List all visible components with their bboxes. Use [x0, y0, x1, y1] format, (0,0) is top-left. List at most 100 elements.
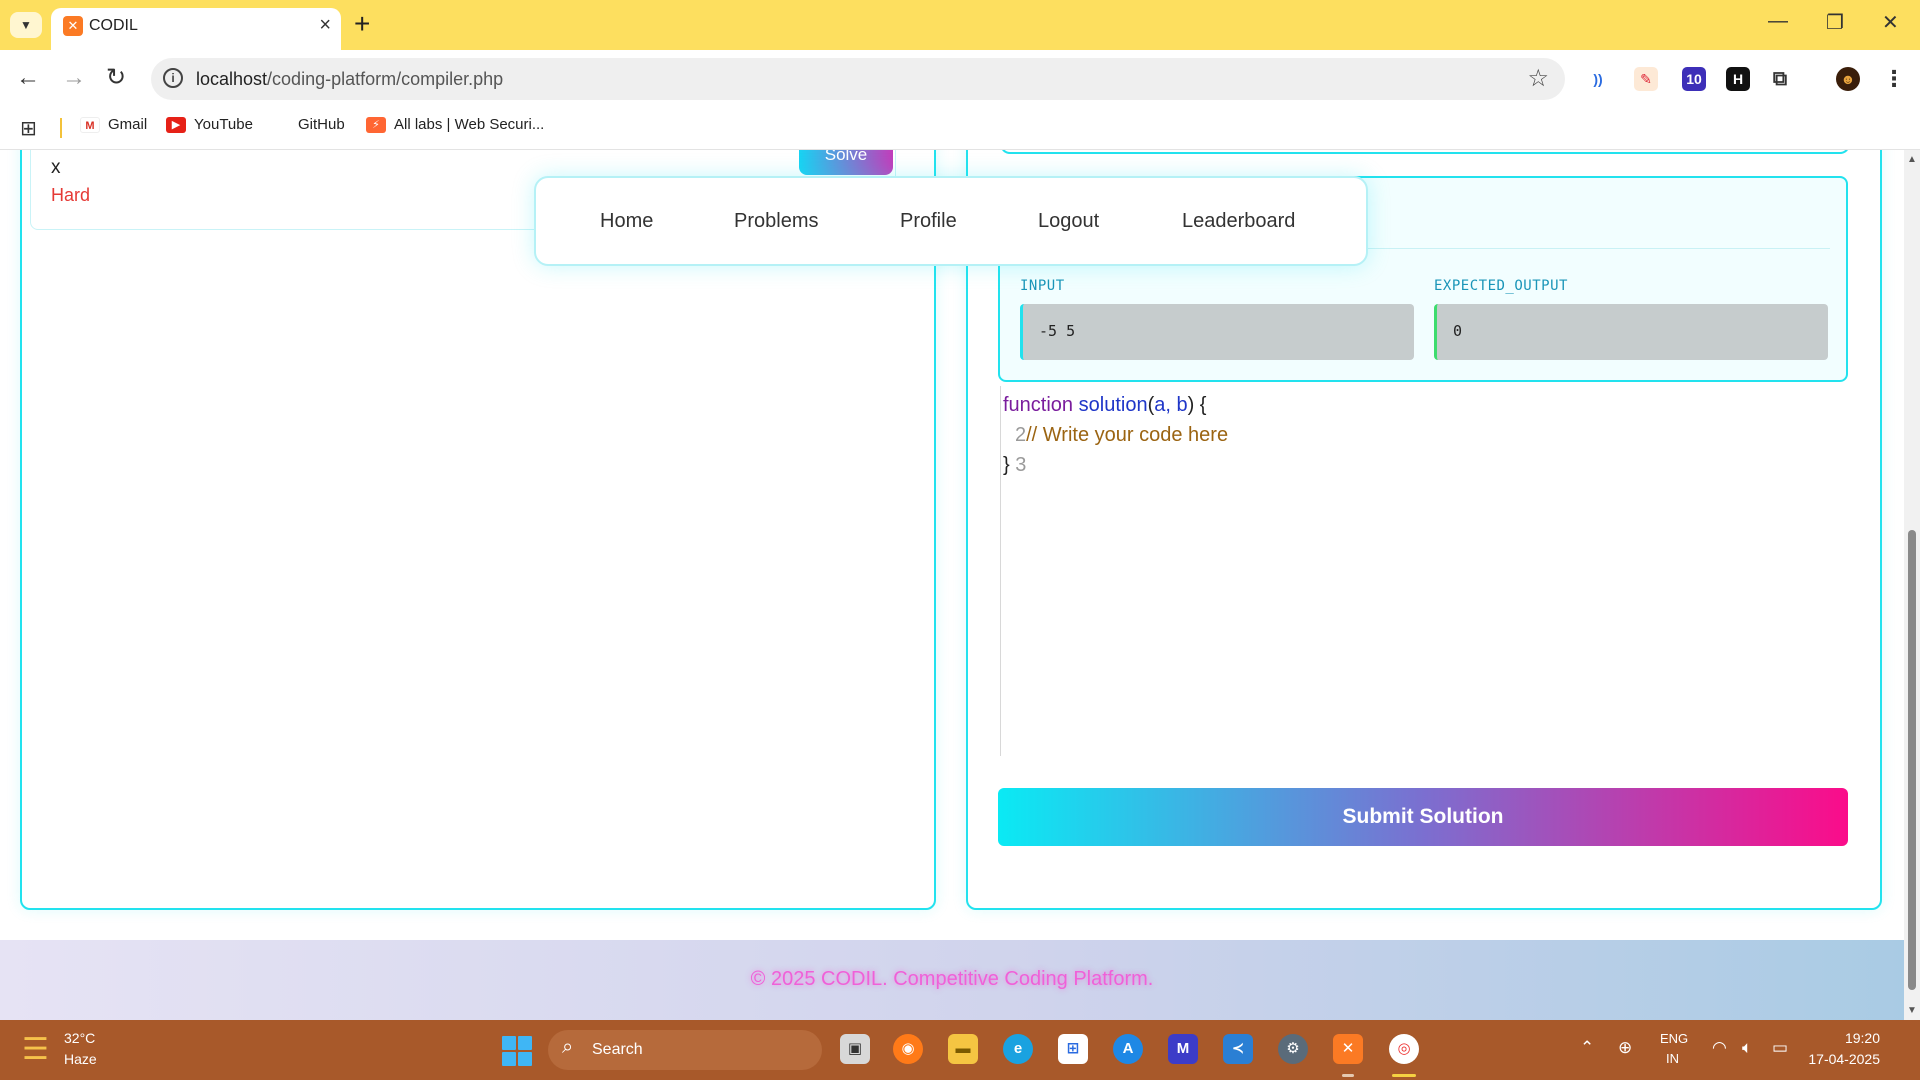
edge-icon[interactable]: e	[1003, 1034, 1033, 1064]
page-viewport: x Hard Solve INPUT EXPECTED_OUTPUT -5 5 …	[0, 150, 1904, 1020]
nav-home[interactable]: Home	[600, 210, 653, 233]
difficulty-badge: Hard	[51, 185, 91, 205]
url-text[interactable]: localhost/coding-platform/compiler.php	[196, 69, 503, 90]
extension-icon[interactable]: ✎	[1634, 67, 1658, 91]
input-label: INPUT	[1020, 278, 1065, 294]
graduation-cap-extension-icon[interactable]: 10	[1682, 67, 1706, 91]
chrome-active-indicator	[1392, 1074, 1416, 1077]
nav-problems[interactable]: Problems	[734, 210, 818, 233]
bookmark-label: All labs | Web Securi...	[394, 116, 545, 133]
vscode-icon[interactable]: ≺	[1223, 1034, 1253, 1064]
submit-solution-button[interactable]: Submit Solution	[998, 788, 1848, 846]
line-number: 2	[1015, 424, 1027, 446]
code-line-1: function solution(a, b) {	[1003, 394, 1207, 416]
nav-leaderboard[interactable]: Leaderboard	[1182, 210, 1295, 233]
nav-logout[interactable]: Logout	[1038, 210, 1099, 233]
close-icon[interactable]: ×	[319, 14, 331, 37]
bookmarks-bar: ⊞ M Gmail ▶ YouTube GitHub ⚡ All labs | Web…	[0, 108, 1920, 150]
microsoft-store-icon[interactable]: ⊞	[1058, 1034, 1088, 1064]
bookmark-star-icon[interactable]: ☆	[1527, 64, 1549, 93]
search-icon: ⌕	[562, 1036, 574, 1058]
bookmark-github[interactable]: GitHub	[270, 116, 345, 133]
page-scrollbar[interactable]: ▲ ▼	[1904, 150, 1920, 1020]
code-line-3: } 3	[1003, 454, 1026, 477]
minimize-icon[interactable]: —	[1768, 10, 1788, 33]
clock-date[interactable]: 17-04-2025	[1780, 1051, 1880, 1067]
tab-search-button[interactable]: ▼	[10, 12, 42, 38]
keyword-token: function	[1003, 394, 1074, 416]
problem-title: x	[51, 157, 61, 178]
tab-title: CODIL	[89, 17, 138, 34]
expected-output-value: 0	[1434, 304, 1828, 360]
scroll-thumb[interactable]	[1908, 530, 1916, 990]
chevron-up-icon[interactable]: ⌃	[1580, 1038, 1594, 1058]
floating-navbar: Home Problems Profile Logout Leaderboard	[534, 176, 1368, 266]
footer-copyright: © 2025 CODIL. Competitive Coding Platfor…	[750, 968, 1154, 990]
bookmark-gmail[interactable]: M Gmail	[80, 116, 147, 133]
bookmark-youtube[interactable]: ▶ YouTube	[166, 116, 253, 133]
youtube-icon: ▶	[166, 116, 186, 133]
apps-grid-icon[interactable]: ⊞	[20, 116, 37, 141]
language-indicator-top[interactable]: ENG	[1660, 1031, 1688, 1046]
bookmark-divider	[60, 118, 62, 138]
site-info-icon[interactable]: i	[163, 68, 183, 88]
scroll-up-arrow-icon[interactable]: ▲	[1907, 154, 1917, 165]
code-editor[interactable]: function solution(a, b) { 2// Write your…	[1000, 386, 1850, 756]
haze-weather-icon[interactable]: ☰	[22, 1032, 49, 1067]
code-line-2: 2// Write your code here	[1015, 424, 1228, 447]
scroll-down-arrow-icon[interactable]: ▼	[1907, 1005, 1917, 1016]
bookmark-label: YouTube	[194, 116, 253, 133]
taskbar-search[interactable]: ⌕ Search	[548, 1030, 822, 1070]
function-name-token: solution	[1078, 394, 1148, 416]
gmail-icon: M	[80, 116, 100, 133]
forward-arrow-icon[interactable]: →	[62, 64, 86, 92]
window-close-icon[interactable]: ✕	[1882, 10, 1899, 35]
hackerrank-extension-icon[interactable]: H	[1726, 67, 1750, 91]
comment-token: // Write your code here	[1026, 424, 1229, 446]
testcase-box-previous	[1000, 150, 1850, 154]
nav-profile[interactable]: Profile	[900, 210, 957, 233]
xampp-running-indicator	[1342, 1074, 1354, 1077]
firefox-icon[interactable]: ◉	[893, 1034, 923, 1064]
clock-time[interactable]: 19:20	[1800, 1030, 1880, 1046]
volume-icon[interactable]: 🔈︎	[1742, 1038, 1752, 1058]
weather-description[interactable]: Haze	[64, 1051, 97, 1067]
task-view-icon[interactable]: ▣	[840, 1034, 870, 1064]
back-arrow-icon[interactable]: ←	[16, 64, 40, 92]
file-explorer-icon[interactable]: ▬	[948, 1034, 978, 1064]
network-globe-icon[interactable]: ⊕	[1618, 1038, 1632, 1058]
xampp-icon[interactable]: ✕	[1333, 1034, 1363, 1064]
wifi-icon[interactable]: ◠	[1712, 1038, 1727, 1058]
browser-tab-active[interactable]: ✕ CODIL ×	[51, 8, 341, 50]
chrome-icon[interactable]: ◎	[1389, 1034, 1419, 1064]
github-icon	[270, 117, 290, 133]
new-tab-button[interactable]: +	[354, 10, 370, 38]
profile-avatar[interactable]: ☻	[1836, 67, 1860, 91]
read-aloud-extension-icon[interactable]: ))	[1586, 67, 1610, 91]
extensions-puzzle-icon[interactable]: ⧉	[1768, 67, 1792, 91]
bookmark-portswigger[interactable]: ⚡ All labs | Web Securi...	[366, 116, 544, 133]
xampp-favicon-icon: ✕	[63, 16, 83, 36]
params-token: a, b	[1154, 394, 1188, 416]
more-menu-icon[interactable]: ⋮	[1882, 67, 1906, 91]
settings-gear-icon[interactable]: ⚙	[1278, 1034, 1308, 1064]
bookmark-label: GitHub	[298, 116, 345, 133]
solve-button[interactable]: Solve	[799, 150, 893, 175]
language-indicator-bottom[interactable]: IN	[1666, 1051, 1679, 1066]
url-path: /coding-platform/compiler.php	[267, 69, 504, 89]
portswigger-icon: ⚡	[366, 116, 386, 133]
editor-app-icon[interactable]: M	[1168, 1034, 1198, 1064]
address-bar[interactable]: i localhost/coding-platform/compiler.php…	[151, 58, 1565, 100]
brace-token: }	[1003, 454, 1010, 476]
bookmark-label: Gmail	[108, 116, 148, 133]
app-store-icon[interactable]: A	[1113, 1034, 1143, 1064]
expected-output-label: EXPECTED_OUTPUT	[1434, 278, 1568, 294]
reload-icon[interactable]: ↻	[106, 64, 126, 92]
windows-start-icon[interactable]	[502, 1036, 532, 1066]
input-value: -5 5	[1020, 304, 1414, 360]
restore-icon[interactable]: ❐	[1826, 10, 1844, 35]
url-host: localhost	[196, 69, 268, 89]
taskbar-search-placeholder: Search	[592, 1041, 643, 1058]
weather-temperature[interactable]: 32°C	[64, 1030, 95, 1046]
chevron-down-icon: ▼	[20, 18, 32, 32]
